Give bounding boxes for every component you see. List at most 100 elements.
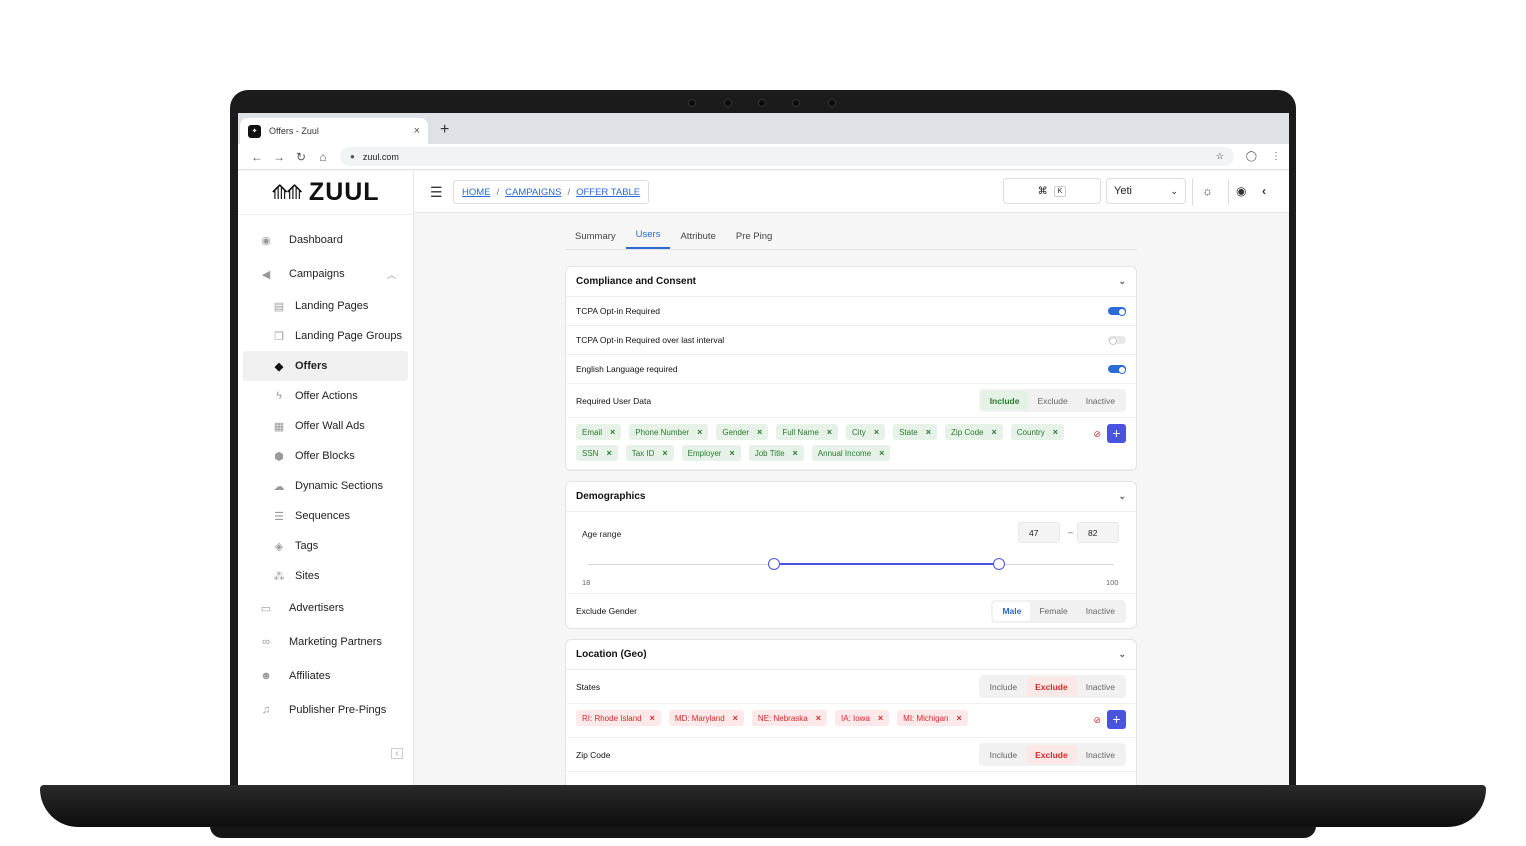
sidebar-item-campaigns[interactable]: ◀ Campaigns ︿ xyxy=(243,257,408,291)
star-icon[interactable]: ☆ xyxy=(1216,151,1224,162)
remove-chip-icon[interactable]: × xyxy=(606,448,611,458)
tab-users[interactable]: Users xyxy=(625,229,671,249)
include-option[interactable]: Include xyxy=(980,391,1029,410)
tabs: Summary Users Attribute Pre Ping xyxy=(565,213,1137,250)
sidebar-item-offer-wall-ads[interactable]: ▦ Offer Wall Ads xyxy=(243,411,408,441)
age-range-row: Age range 47 – 82 18 100 xyxy=(566,512,1136,594)
remove-chip-icon[interactable]: × xyxy=(878,713,883,723)
add-button[interactable]: + xyxy=(1107,424,1126,443)
id-card-icon: ▭ xyxy=(260,602,272,615)
sidebar-item-landing-page-groups[interactable]: ❐ Landing Page Groups xyxy=(243,321,408,351)
demographics-header[interactable]: Demographics ⌄ xyxy=(566,482,1136,512)
close-icon[interactable]: × xyxy=(414,125,420,137)
browser-tab[interactable]: ✦ Offers - Zuul × xyxy=(240,118,428,144)
sidebar-item-offers[interactable]: ◆ Offers xyxy=(243,351,408,381)
age-max-input[interactable]: 82 xyxy=(1077,522,1119,543)
back-arrow-icon[interactable]: ← xyxy=(246,150,268,164)
command-search-button[interactable]: ⌘ K xyxy=(1003,178,1101,204)
forward-arrow-icon[interactable]: → xyxy=(268,150,290,164)
english-toggle[interactable] xyxy=(1108,365,1126,374)
sidebar-item-advertisers[interactable]: ▭ Advertisers xyxy=(243,591,408,625)
file-icon: ▤ xyxy=(273,300,285,313)
breadcrumb-home[interactable]: HOME xyxy=(462,187,491,198)
include-option[interactable]: Include xyxy=(981,745,1026,764)
sidebar-item-dynamic-sections[interactable]: ☁ Dynamic Sections xyxy=(243,471,408,501)
reload-icon[interactable]: ↻ xyxy=(290,150,312,164)
remove-chip-icon[interactable]: × xyxy=(957,713,962,723)
exclude-option[interactable]: Exclude xyxy=(1028,391,1076,410)
breadcrumb-campaigns[interactable]: CAMPAIGNS xyxy=(505,187,561,198)
remove-chip-icon[interactable]: × xyxy=(793,448,798,458)
sidebar-item-affiliates[interactable]: ☻ Affiliates xyxy=(243,659,408,693)
sidebar-item-publisher-pre-pings[interactable]: ♫ Publisher Pre-Pings xyxy=(243,693,408,727)
ban-icon[interactable]: ⊘ xyxy=(1093,429,1101,440)
sidebar-item-tags[interactable]: ◈ Tags xyxy=(243,531,408,561)
tcpa-toggle[interactable] xyxy=(1108,307,1126,316)
tab-pre-ping[interactable]: Pre Ping xyxy=(726,231,782,249)
exclude-option[interactable]: Exclude xyxy=(1026,677,1077,696)
remove-chip-icon[interactable]: × xyxy=(697,427,702,437)
tab-summary[interactable]: Summary xyxy=(565,231,626,249)
sidebar-item-marketing-partners[interactable]: ∞ Marketing Partners xyxy=(243,625,408,659)
address-bar[interactable]: ● zuul.com ☆ xyxy=(340,147,1234,166)
location-header[interactable]: Location (Geo) ⌄ xyxy=(566,640,1136,670)
profile-icon[interactable]: ◯ xyxy=(1246,151,1257,162)
breadcrumb-offer-table[interactable]: OFFER TABLE xyxy=(576,187,640,198)
tcpa-interval-toggle[interactable] xyxy=(1108,336,1126,345)
sidebar-item-landing-pages[interactable]: ▤ Landing Pages xyxy=(243,291,408,321)
sidebar-item-dashboard[interactable]: ◉ Dashboard xyxy=(243,223,408,257)
more-vertical-icon[interactable]: ⋮ xyxy=(1271,151,1281,162)
collapse-sidebar-icon[interactable]: ‹ xyxy=(391,748,403,759)
inactive-option[interactable]: Inactive xyxy=(1077,602,1124,621)
remove-chip-icon[interactable]: × xyxy=(650,713,655,723)
remove-chip-icon[interactable]: × xyxy=(874,427,879,437)
age-slider-min-handle[interactable] xyxy=(768,558,781,570)
exclude-option[interactable]: Exclude xyxy=(1026,745,1077,764)
workspace-select[interactable]: Yeti ⌄ xyxy=(1106,178,1186,204)
remove-chip-icon[interactable]: × xyxy=(992,427,997,437)
remove-chip-icon[interactable]: × xyxy=(816,713,821,723)
inactive-option[interactable]: Inactive xyxy=(1077,391,1124,410)
address-bar-row: ← → ↻ ⌂ ● zuul.com ☆ ◯ ⋮ xyxy=(238,144,1289,170)
hamburger-menu-icon[interactable]: ☰ xyxy=(430,184,443,201)
compliance-header[interactable]: Compliance and Consent ⌄ xyxy=(566,267,1136,297)
remove-chip-icon[interactable]: × xyxy=(757,427,762,437)
inactive-option[interactable]: Inactive xyxy=(1077,677,1124,696)
add-button[interactable]: + xyxy=(1107,710,1126,729)
tab-attribute[interactable]: Attribute xyxy=(670,231,725,249)
cloud-icon: ☁ xyxy=(273,480,285,493)
chip: Zip Code × xyxy=(945,424,1003,440)
female-option[interactable]: Female xyxy=(1030,602,1076,621)
remove-chip-icon[interactable]: × xyxy=(733,713,738,723)
logo[interactable]: ⟰⟰ ZUUL xyxy=(238,171,413,215)
new-tab-button[interactable]: + xyxy=(440,121,449,139)
command-key-icon: ⌘ xyxy=(1037,185,1048,197)
ban-icon[interactable]: ⊘ xyxy=(1093,715,1101,726)
sun-icon[interactable]: ☼ xyxy=(1202,184,1213,198)
chip-label: Phone Number xyxy=(635,427,690,437)
sidebar-item-sequences[interactable]: ☰ Sequences xyxy=(243,501,408,531)
sidebar-item-offer-actions[interactable]: ϟ Offer Actions xyxy=(243,381,408,411)
sidebar-item-offer-blocks[interactable]: ⬢ Offer Blocks xyxy=(243,441,408,471)
remove-chip-icon[interactable]: × xyxy=(610,427,615,437)
sidebar-item-sites[interactable]: ⁂ Sites xyxy=(243,561,408,591)
remove-chip-icon[interactable]: × xyxy=(1053,427,1058,437)
user-circle-icon[interactable]: ◉ xyxy=(1236,184,1246,198)
chevron-left-icon[interactable]: ‹ xyxy=(1262,184,1266,198)
age-min-input[interactable]: 47 xyxy=(1018,522,1060,543)
chip-label: City xyxy=(852,427,866,437)
age-slider-max-handle[interactable] xyxy=(992,558,1005,570)
remove-chip-icon[interactable]: × xyxy=(662,448,667,458)
male-option[interactable]: Male xyxy=(993,601,1031,621)
inactive-option[interactable]: Inactive xyxy=(1077,745,1124,764)
remove-chip-icon[interactable]: × xyxy=(926,427,931,437)
remove-chip-icon[interactable]: × xyxy=(729,448,734,458)
include-option[interactable]: Include xyxy=(981,677,1026,696)
remove-chip-icon[interactable]: × xyxy=(827,427,832,437)
lock-icon: ● xyxy=(350,152,355,161)
home-icon[interactable]: ⌂ xyxy=(312,150,334,164)
chip-label: IA: Iowa xyxy=(840,713,870,723)
chip: RI: Rhode Island × xyxy=(576,710,661,726)
location-title: Location (Geo) xyxy=(576,649,647,660)
remove-chip-icon[interactable]: × xyxy=(879,448,884,458)
